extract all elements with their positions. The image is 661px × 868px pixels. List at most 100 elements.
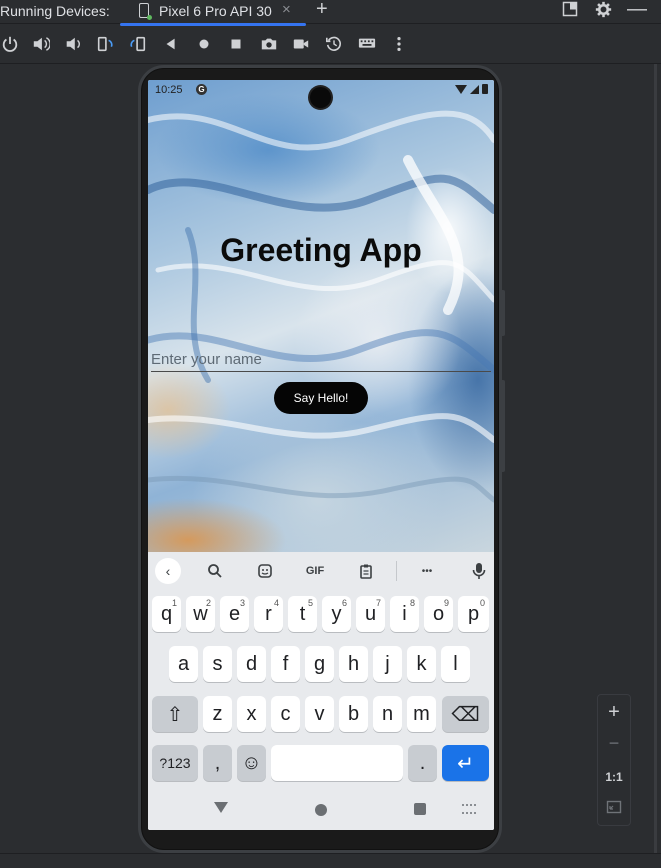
home-icon[interactable] bbox=[194, 34, 214, 54]
panel-title: Running Devices: bbox=[0, 3, 110, 19]
sticker-icon[interactable] bbox=[254, 558, 276, 584]
key-u[interactable]: u7 bbox=[356, 596, 385, 632]
key-h[interactable]: h bbox=[339, 646, 368, 682]
search-icon[interactable] bbox=[204, 558, 226, 584]
key-d[interactable]: d bbox=[237, 646, 266, 682]
key-hint: 5 bbox=[307, 598, 313, 608]
key-label: u bbox=[364, 602, 377, 625]
key-label: i bbox=[402, 602, 407, 625]
rotate-left-icon[interactable] bbox=[95, 34, 115, 54]
scrollbar[interactable] bbox=[654, 64, 657, 854]
backspace-key[interactable]: ⌫ bbox=[442, 696, 489, 732]
key-m[interactable]: m bbox=[407, 696, 436, 732]
zoom-out-button[interactable]: − bbox=[598, 733, 630, 754]
key-hint: 9 bbox=[443, 598, 449, 608]
key-hint: 3 bbox=[239, 598, 245, 608]
back-icon[interactable] bbox=[161, 34, 181, 54]
more-options-icon[interactable] bbox=[389, 34, 409, 54]
nav-recents-icon[interactable] bbox=[414, 803, 426, 815]
wifi-icon bbox=[455, 84, 467, 94]
zoom-in-button[interactable]: + bbox=[598, 701, 630, 724]
keyboard-input-icon[interactable] bbox=[357, 34, 377, 54]
add-tab-button[interactable]: + bbox=[316, 0, 328, 21]
key-label: y bbox=[331, 602, 342, 625]
app-title: Greeting App bbox=[220, 232, 422, 268]
minimize-icon[interactable]: — bbox=[627, 0, 647, 21]
key-e[interactable]: e3 bbox=[220, 596, 249, 632]
volume-down-icon[interactable] bbox=[63, 34, 83, 54]
emoji-key[interactable]: ☺ bbox=[237, 745, 266, 781]
key-q[interactable]: q1 bbox=[152, 596, 181, 632]
snapshot-icon[interactable] bbox=[324, 34, 344, 54]
device-icon bbox=[139, 3, 152, 20]
key-o[interactable]: o9 bbox=[424, 596, 453, 632]
layout-icon[interactable] bbox=[562, 1, 578, 22]
camera-icon[interactable] bbox=[259, 34, 279, 54]
key-b[interactable]: b bbox=[339, 696, 368, 732]
keyboard-switch-icon[interactable] bbox=[462, 804, 476, 814]
key-hint: 7 bbox=[375, 598, 381, 608]
nav-back-icon[interactable] bbox=[214, 802, 228, 813]
key-t[interactable]: t5 bbox=[288, 596, 317, 632]
key-hint: 4 bbox=[273, 598, 279, 608]
wallpaper: 10:25 G Greeting App Say Hello! bbox=[148, 80, 494, 552]
key-v[interactable]: v bbox=[305, 696, 334, 732]
key-label: t bbox=[299, 602, 306, 625]
keyboard-collapse-icon[interactable]: ‹ bbox=[155, 558, 181, 584]
clipboard-icon[interactable] bbox=[355, 558, 377, 584]
front-camera bbox=[310, 87, 331, 108]
key-g[interactable]: g bbox=[305, 646, 334, 682]
key-p[interactable]: p0 bbox=[458, 596, 489, 632]
status-bar: 10:25 G bbox=[148, 80, 494, 108]
symbols-key[interactable]: ?123 bbox=[152, 745, 198, 781]
nav-home-icon[interactable] bbox=[315, 804, 327, 816]
key-hint: 1 bbox=[171, 598, 177, 608]
notification-g-icon: G bbox=[196, 84, 207, 95]
zoom-actual-size-button[interactable]: 1:1 bbox=[598, 770, 630, 784]
overview-icon[interactable] bbox=[226, 34, 246, 54]
battery-icon bbox=[482, 84, 488, 94]
device-toolbar bbox=[0, 26, 661, 64]
microphone-icon[interactable] bbox=[468, 558, 490, 584]
key-s[interactable]: s bbox=[203, 646, 232, 682]
key-l[interactable]: l bbox=[441, 646, 470, 682]
key-label: r bbox=[265, 602, 272, 625]
key-r[interactable]: r4 bbox=[254, 596, 283, 632]
key-f[interactable]: f bbox=[271, 646, 300, 682]
key-z[interactable]: z bbox=[203, 696, 232, 732]
space-key[interactable] bbox=[271, 745, 403, 781]
fit-screen-icon[interactable] bbox=[598, 799, 630, 820]
bottom-divider bbox=[0, 853, 661, 854]
device-screen[interactable]: 10:25 G Greeting App Say Hello! ‹ GIF bbox=[148, 80, 494, 830]
keyboard-toolbar: ‹ GIF ••• bbox=[148, 552, 494, 590]
say-hello-button[interactable]: Say Hello! bbox=[274, 382, 368, 414]
enter-key[interactable]: ↵ bbox=[442, 745, 489, 781]
name-input[interactable] bbox=[151, 348, 491, 372]
shift-key[interactable]: ⇧ bbox=[152, 696, 198, 732]
more-keyboard-options[interactable]: ••• bbox=[414, 558, 440, 584]
period-key[interactable]: . bbox=[408, 745, 437, 781]
key-j[interactable]: j bbox=[373, 646, 402, 682]
volume-up-icon[interactable] bbox=[31, 34, 51, 54]
power-icon[interactable] bbox=[0, 34, 20, 54]
screen-record-icon[interactable] bbox=[291, 34, 311, 54]
key-y[interactable]: y6 bbox=[322, 596, 351, 632]
status-icons bbox=[455, 84, 488, 94]
zoom-panel: + − 1:1 bbox=[597, 694, 631, 826]
gif-button[interactable]: GIF bbox=[300, 558, 330, 584]
tab-close-icon[interactable]: × bbox=[282, 1, 291, 18]
tab-pixel-6-pro[interactable]: Pixel 6 Pro API 30 × bbox=[120, 0, 306, 26]
key-hint: 0 bbox=[479, 598, 485, 608]
key-k[interactable]: k bbox=[407, 646, 436, 682]
key-label: e bbox=[228, 602, 241, 625]
gear-icon[interactable] bbox=[595, 1, 612, 23]
key-c[interactable]: c bbox=[271, 696, 300, 732]
key-a[interactable]: a bbox=[169, 646, 198, 682]
key-w[interactable]: w2 bbox=[186, 596, 215, 632]
key-x[interactable]: x bbox=[237, 696, 266, 732]
key-i[interactable]: i8 bbox=[390, 596, 419, 632]
rotate-right-icon[interactable] bbox=[128, 34, 148, 54]
comma-key[interactable]: , bbox=[203, 745, 232, 781]
tab-label: Pixel 6 Pro API 30 bbox=[159, 3, 272, 19]
key-n[interactable]: n bbox=[373, 696, 402, 732]
